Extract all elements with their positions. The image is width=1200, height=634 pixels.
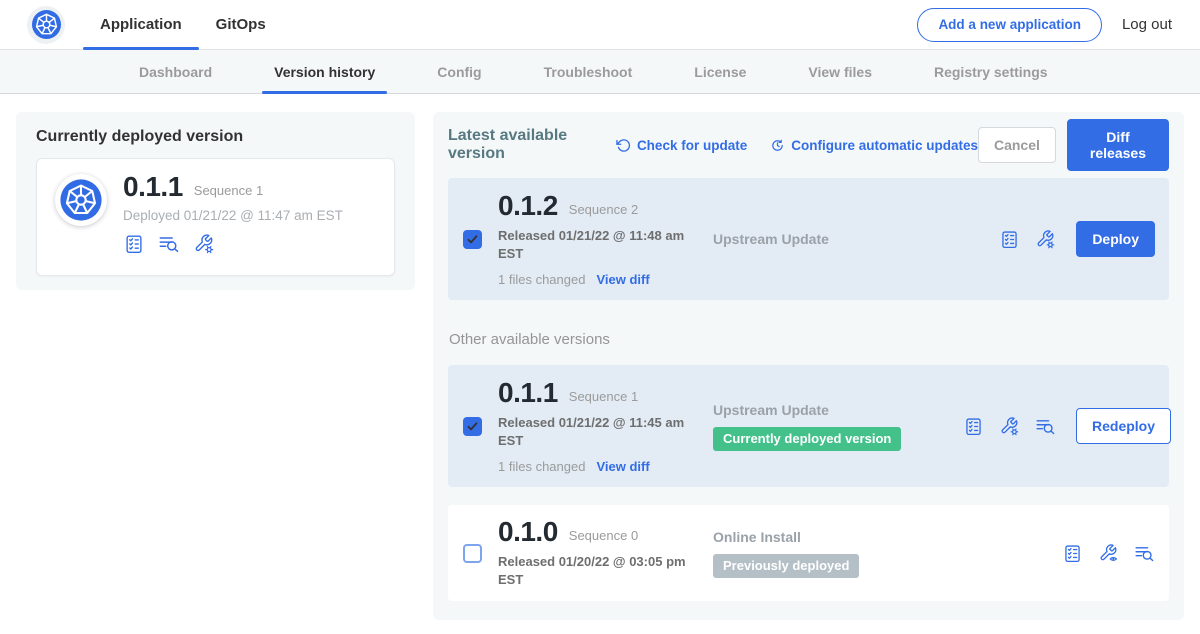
version-number: 0.1.1 <box>498 378 558 407</box>
check-icon <box>466 233 479 246</box>
tab-gitops[interactable]: GitOps <box>199 0 283 49</box>
deploy-logs-icon[interactable] <box>1134 543 1155 564</box>
version-row-0-1-0: 0.1.0 Sequence 0 Released 01/20/22 @ 03:… <box>448 505 1169 601</box>
logout-button[interactable]: Log out <box>1122 16 1172 33</box>
cancel-button[interactable]: Cancel <box>978 127 1056 163</box>
preflight-checks-icon[interactable] <box>123 233 145 255</box>
sequence-label: Sequence 1 <box>569 389 638 404</box>
view-diff-link[interactable]: View diff <box>596 459 649 474</box>
subnav-item-troubleshoot[interactable]: Troubleshoot <box>544 50 633 93</box>
files-changed-line: 1 files changed View diff <box>498 272 713 287</box>
add-new-application-button[interactable]: Add a new application <box>917 8 1102 42</box>
version-info: 0.1.2 Sequence 2 Released 01/21/22 @ 11:… <box>498 191 713 288</box>
deployed-sequence-label: Sequence 1 <box>194 183 263 198</box>
check-for-update-label: Check for update <box>637 138 747 153</box>
version-checkbox-checked[interactable] <box>463 417 482 436</box>
files-changed-label: 1 files changed <box>498 459 585 474</box>
latest-available-title: Latest available version <box>448 127 600 163</box>
deployed-version-details: 0.1.1 Sequence 1 Deployed 01/21/22 @ 11:… <box>123 172 343 262</box>
currently-deployed-panel: Currently deployed version 0.1.1 Sequenc… <box>16 112 415 290</box>
version-row-actions <box>963 543 1155 564</box>
tab-application[interactable]: Application <box>83 0 199 49</box>
diff-releases-button[interactable]: Diff releases <box>1067 119 1169 171</box>
version-source-label: Online Install <box>713 529 963 545</box>
files-changed-line: 1 files changed View diff <box>498 459 713 474</box>
deployed-version-card: 0.1.1 Sequence 1 Deployed 01/21/22 @ 11:… <box>36 158 395 276</box>
app-avatar <box>55 174 107 226</box>
available-versions-panel: Latest available version Check for updat… <box>433 112 1184 620</box>
view-config-icon[interactable] <box>1098 543 1119 564</box>
view-diff-link[interactable]: View diff <box>596 272 649 287</box>
deploy-button[interactable]: Deploy <box>1076 221 1155 257</box>
version-source-label: Upstream Update <box>713 231 963 247</box>
files-changed-label: 1 files changed <box>498 272 585 287</box>
other-available-versions-title: Other available versions <box>449 331 1169 350</box>
app-logo[interactable] <box>27 6 65 44</box>
kubernetes-logo-icon <box>31 9 62 40</box>
version-info: 0.1.0 Sequence 0 Released 01/20/22 @ 03:… <box>498 517 713 590</box>
version-info: 0.1.1 Sequence 1 Released 01/21/22 @ 11:… <box>498 378 713 475</box>
version-row-actions: Redeploy <box>963 408 1171 444</box>
preflight-checks-icon[interactable] <box>999 229 1020 250</box>
subnav-item-license[interactable]: License <box>694 50 746 93</box>
released-timestamp: Released 01/20/22 @ 03:05 pm EST <box>498 553 708 589</box>
currently-deployed-title: Currently deployed version <box>36 128 395 146</box>
top-nav: Application GitOps Add a new application… <box>0 0 1200 50</box>
version-checkbox-unchecked[interactable] <box>463 544 482 563</box>
subnav-item-dashboard[interactable]: Dashboard <box>139 50 212 93</box>
version-row-0-1-2: 0.1.2 Sequence 2 Released 01/21/22 @ 11:… <box>448 178 1169 300</box>
check-icon <box>466 420 479 433</box>
top-nav-tabs: Application GitOps <box>83 0 283 49</box>
preflight-checks-icon[interactable] <box>1062 543 1083 564</box>
previously-deployed-badge: Previously deployed <box>713 554 859 578</box>
deploy-logs-icon[interactable] <box>158 233 180 255</box>
version-number: 0.1.0 <box>498 517 558 546</box>
sequence-label: Sequence 2 <box>569 202 638 217</box>
check-for-update-link[interactable]: Check for update <box>616 138 747 153</box>
edit-config-icon[interactable] <box>1035 229 1056 250</box>
preflight-checks-icon[interactable] <box>963 416 984 437</box>
redeploy-button[interactable]: Redeploy <box>1076 408 1171 444</box>
released-timestamp: Released 01/21/22 @ 11:45 am EST <box>498 414 708 450</box>
available-versions-header: Latest available version Check for updat… <box>448 128 1169 162</box>
refresh-icon <box>616 138 631 153</box>
clock-refresh-icon <box>770 138 785 153</box>
version-source-block: Upstream Update <box>713 231 963 247</box>
deployed-version-actions <box>123 233 343 255</box>
edit-config-icon[interactable] <box>999 416 1020 437</box>
version-source-block: Online Install Previously deployed <box>713 529 963 578</box>
subnav-item-version-history[interactable]: Version history <box>274 50 375 93</box>
version-source-block: Upstream Update Currently deployed versi… <box>713 402 963 451</box>
released-timestamp: Released 01/21/22 @ 11:48 am EST <box>498 227 708 263</box>
configure-automatic-updates-link[interactable]: Configure automatic updates <box>770 138 978 153</box>
edit-config-icon[interactable] <box>193 233 215 255</box>
version-checkbox-checked[interactable] <box>463 230 482 249</box>
subnav-item-view-files[interactable]: View files <box>808 50 872 93</box>
kubernetes-logo-icon <box>59 178 103 222</box>
version-row-0-1-1: 0.1.1 Sequence 1 Released 01/21/22 @ 11:… <box>448 365 1169 487</box>
version-number: 0.1.2 <box>498 191 558 220</box>
subnav-item-registry-settings[interactable]: Registry settings <box>934 50 1048 93</box>
version-row-actions: Deploy <box>963 221 1155 257</box>
app-sub-nav: Dashboard Version history Config Trouble… <box>0 50 1200 94</box>
subnav-item-config[interactable]: Config <box>437 50 481 93</box>
deploy-logs-icon[interactable] <box>1035 416 1056 437</box>
currently-deployed-badge: Currently deployed version <box>713 427 901 451</box>
version-source-label: Upstream Update <box>713 402 963 418</box>
deployed-version-number: 0.1.1 <box>123 172 183 201</box>
sequence-label: Sequence 0 <box>569 528 638 543</box>
deployed-timestamp: Deployed 01/21/22 @ 11:47 am EST <box>123 208 343 223</box>
configure-automatic-updates-label: Configure automatic updates <box>791 138 978 153</box>
